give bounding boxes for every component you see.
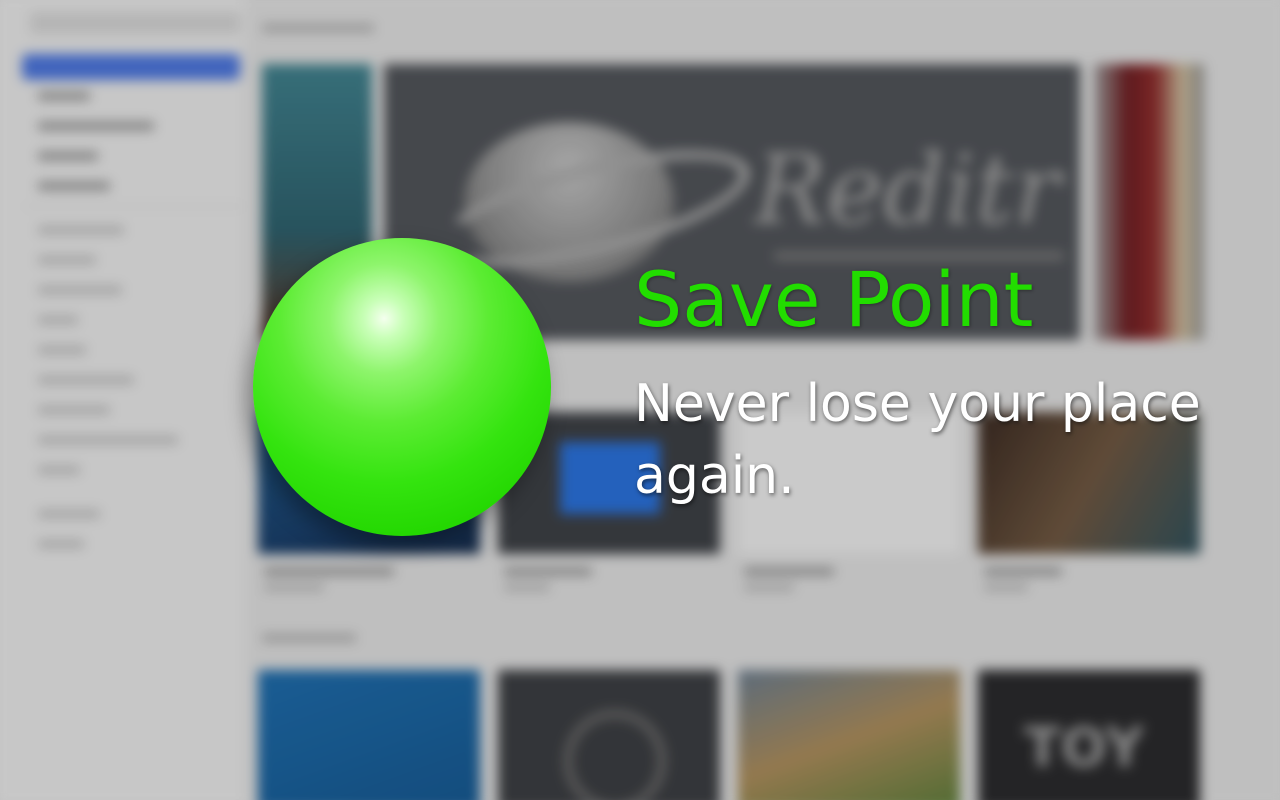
green-orb-icon [253,238,551,536]
promo-screen: Reditr TOY Save Point Never lose your pl… [0,0,1280,800]
promo-title: Save Point [634,255,1034,344]
promo-tagline: Never lose your place again. [634,374,1201,506]
